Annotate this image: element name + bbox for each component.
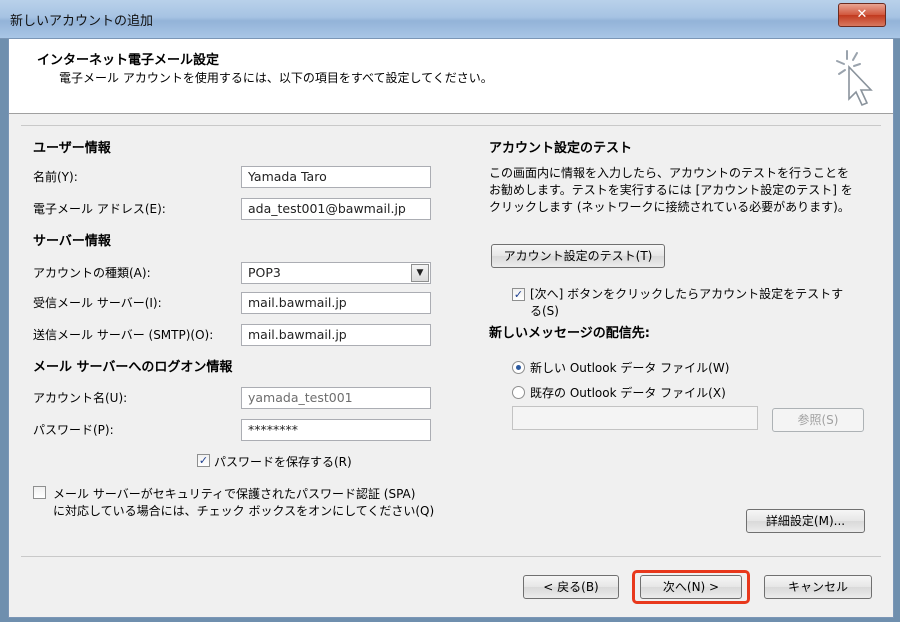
new-data-file-radio[interactable] [512,361,525,374]
wizard-cursor-icon [836,50,873,107]
name-label: 名前(Y): [33,170,78,184]
cancel-button[interactable]: キャンセル [764,575,872,599]
dialog-client-area: インターネット電子メール設定 電子メール アカウントを使用するには、以下の項目を… [8,38,894,618]
outgoing-server-label: 送信メール サーバー (SMTP)(O): [33,328,214,342]
incoming-server-field[interactable]: mail.bawmail.jp [241,292,431,314]
email-field[interactable]: ada_test001@bawmail.jp [241,198,431,220]
auto-test-label-line1: [次へ] ボタンをクリックしたらアカウント設定をテストす [530,287,844,301]
page-title: インターネット電子メール設定 [37,53,220,68]
account-type-value: POP3 [248,265,281,280]
new-data-file-label: 新しい Outlook データ ファイル(W) [530,361,730,375]
browse-button[interactable]: 参照(S) [772,408,864,432]
existing-data-file-label: 既存の Outlook データ ファイル(X) [530,386,726,400]
delivery-heading: 新しいメッセージの配信先: [489,326,650,341]
auto-test-label-line2: る(S) [530,304,559,318]
test-settings-heading: アカウント設定のテスト [489,141,633,156]
password-label: パスワード(P): [33,423,114,437]
spa-label-line2: に対応している場合には、チェック ボックスをオンにしてください(Q) [53,504,435,518]
email-label: 電子メール アドレス(E): [33,202,166,216]
page-subtitle: 電子メール アカウントを使用するには、以下の項目をすべて設定してください。 [59,71,493,85]
outgoing-server-field[interactable]: mail.bawmail.jp [241,324,431,346]
next-button[interactable]: 次へ(N) > [640,575,742,599]
password-field[interactable]: ******** [241,419,431,441]
name-field[interactable]: Yamada Taro [241,166,431,188]
logon-info-heading: メール サーバーへのログオン情報 [33,360,233,375]
account-type-label: アカウントの種類(A): [33,266,151,280]
remember-password-checkbox[interactable]: ✓ [197,454,210,467]
header-panel: インターネット電子メール設定 電子メール アカウントを使用するには、以下の項目を… [9,39,893,114]
spa-checkbox[interactable] [33,486,46,499]
incoming-server-label: 受信メール サーバー(I): [33,296,162,310]
dropdown-arrow-icon[interactable]: ▼ [411,264,429,282]
account-name-field[interactable]: yamada_test001 [241,387,431,409]
user-info-heading: ユーザー情報 [33,141,111,156]
remember-password-label: パスワードを保存する(R) [214,455,352,469]
window-title: 新しいアカウントの追加 [10,14,154,29]
auto-test-checkbox[interactable]: ✓ [512,288,525,301]
existing-data-file-radio[interactable] [512,386,525,399]
dialog-window: 新しいアカウントの追加 ✕ インターネット電子メール設定 電子メール アカウント… [0,0,900,622]
more-settings-button[interactable]: 詳細設定(M)... [746,509,865,533]
server-info-heading: サーバー情報 [33,234,111,249]
test-description: この画面内に情報を入力したら、アカウントのテストを行うことを お勧めします。テス… [489,166,853,214]
account-type-select[interactable]: POP3 ▼ [241,262,431,284]
test-account-button[interactable]: アカウント設定のテスト(T) [491,244,665,268]
account-name-label: アカウント名(U): [33,391,128,405]
spa-label-line1: メール サーバーがセキュリティで保護されたパスワード認証 (SPA) [53,487,416,501]
back-button[interactable]: < 戻る(B) [523,575,619,599]
title-bar: 新しいアカウントの追加 ✕ [0,0,900,39]
close-button[interactable]: ✕ [838,3,886,27]
data-file-path-field[interactable] [512,406,758,430]
